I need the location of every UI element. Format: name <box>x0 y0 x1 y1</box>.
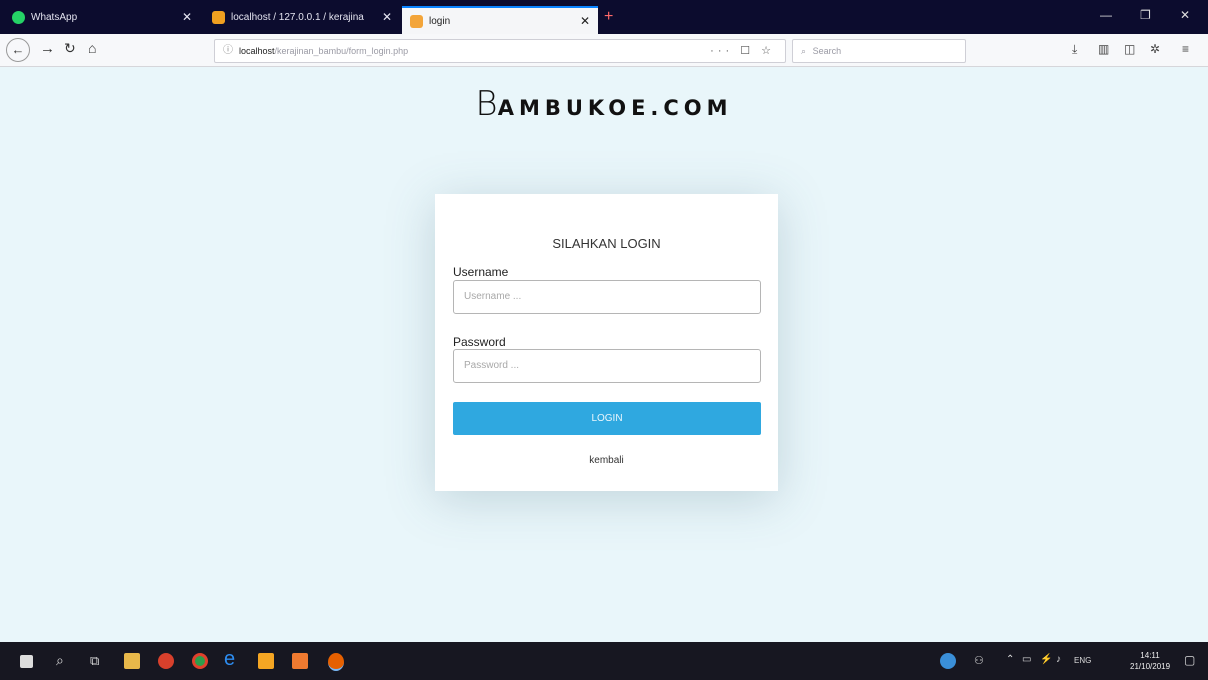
chrome-icon[interactable] <box>192 653 208 669</box>
language-indicator[interactable]: ENG <box>1074 656 1091 665</box>
tab-whatsapp[interactable]: WhatsApp ✕ <box>4 6 200 28</box>
close-icon[interactable]: ✕ <box>580 14 590 28</box>
forward-icon[interactable]: → <box>40 40 55 57</box>
xampp-icon[interactable] <box>292 653 308 669</box>
site-logo: BAMBUKOE.COM <box>0 84 1208 124</box>
phpmyadmin-icon <box>212 10 225 24</box>
tab-label: login <box>429 15 451 27</box>
password-label: Password <box>453 335 506 349</box>
new-tab-icon[interactable]: + <box>604 8 613 26</box>
url-path: /kerajinan_bambu/form_login.php <box>274 46 409 56</box>
window-close-icon[interactable]: ✕ <box>1180 8 1190 22</box>
notification-icon[interactable]: ▢ <box>1184 653 1195 667</box>
back-link[interactable]: kembali <box>435 455 778 466</box>
info-icon[interactable]: ⓘ <box>223 40 233 62</box>
username-field[interactable]: Username ... <box>453 280 761 314</box>
page-icon <box>410 14 423 28</box>
url-text: localhost/kerajinan_bambu/form_login.php <box>239 40 408 62</box>
downloads-icon[interactable]: ⤓ <box>1072 42 1077 57</box>
username-placeholder: Username ... <box>464 291 522 302</box>
edge-icon[interactable]: e <box>224 648 235 671</box>
tab-phpmyadmin[interactable]: localhost / 127.0.0.1 / kerajina ✕ <box>204 6 400 28</box>
logo-initial: B <box>475 84 498 124</box>
volume-icon[interactable]: ♪ <box>1056 654 1061 665</box>
sublime-icon[interactable] <box>258 653 274 669</box>
tray-app-icon[interactable] <box>940 653 956 669</box>
reload-icon[interactable]: ↻ <box>64 40 76 57</box>
username-label: Username <box>453 265 509 279</box>
maximize-icon[interactable]: ❐ <box>1140 8 1151 22</box>
tab-login[interactable]: login ✕ <box>402 6 598 34</box>
windows-start-icon[interactable] <box>20 655 33 668</box>
extension-icon[interactable]: ✲ <box>1150 42 1160 56</box>
tab-label: localhost / 127.0.0.1 / kerajina <box>231 11 364 23</box>
task-view-icon[interactable]: ⧉ <box>90 653 99 669</box>
logo-text: AMBUKOE.COM <box>497 96 733 120</box>
chevron-up-icon[interactable]: ⌃ <box>1006 654 1014 665</box>
battery-icon[interactable]: ▭ <box>1022 654 1031 665</box>
taskbar: ⌕ ⧉ e ⚇ ⌃ ▭ ⚡ ♪ ENG 14:11 21/10/2019 ▢ <box>0 642 1208 680</box>
page-actions-icon[interactable]: ··· ☐ ☆ <box>710 40 775 62</box>
minimize-icon[interactable]: — <box>1100 8 1112 22</box>
clock-time: 14:11 <box>1140 651 1160 660</box>
network-icon[interactable]: ⚡ <box>1040 654 1052 665</box>
library-icon[interactable]: ▥ <box>1098 42 1109 56</box>
clock[interactable]: 14:11 21/10/2019 <box>1130 650 1170 672</box>
login-card: SILAHKAN LOGIN Username Username ... Pas… <box>435 194 778 491</box>
clock-date: 21/10/2019 <box>1130 662 1171 671</box>
tab-label: WhatsApp <box>31 11 78 23</box>
file-explorer-icon[interactable] <box>124 653 140 669</box>
search-input[interactable]: ⌕ Search <box>792 39 966 63</box>
login-button[interactable]: LOGIN <box>453 402 761 435</box>
firefox-icon[interactable] <box>328 653 344 671</box>
tab-strip: WhatsApp ✕ localhost / 127.0.0.1 / keraj… <box>0 0 1208 34</box>
login-title: SILAHKAN LOGIN <box>552 236 661 251</box>
search-icon[interactable]: ⌕ <box>56 652 64 669</box>
url-host: localhost <box>239 46 275 56</box>
sidebar-icon[interactable]: ◫ <box>1124 42 1135 56</box>
people-icon[interactable]: ⚇ <box>974 654 984 667</box>
home-icon[interactable]: ⌂ <box>88 40 96 56</box>
navigation-bar: ← → ↻ ⌂ ⓘ localhost/kerajinan_bambu/form… <box>0 34 1208 67</box>
search-placeholder: Search <box>812 46 842 56</box>
address-bar[interactable]: ⓘ localhost/kerajinan_bambu/form_login.p… <box>214 39 786 63</box>
whatsapp-icon <box>12 10 25 24</box>
password-placeholder: Password ... <box>464 360 520 371</box>
back-icon[interactable]: ← <box>6 38 30 62</box>
close-icon[interactable]: ✕ <box>382 10 392 24</box>
menu-icon[interactable]: ≡ <box>1182 42 1189 56</box>
password-field[interactable]: Password ... <box>453 349 761 383</box>
close-icon[interactable]: ✕ <box>182 10 192 24</box>
search-icon: ⌕ <box>801 46 807 56</box>
app-icon[interactable] <box>158 653 174 669</box>
